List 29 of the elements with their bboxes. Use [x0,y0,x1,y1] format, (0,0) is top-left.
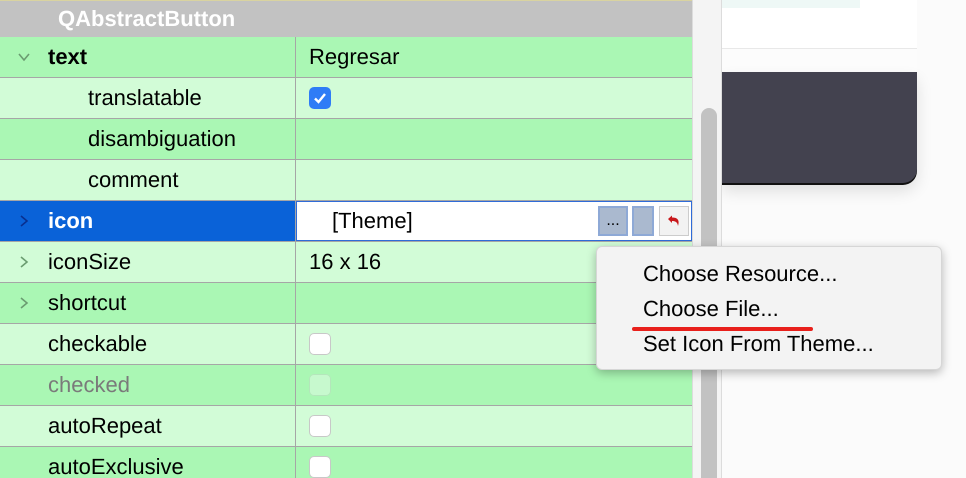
property-name: checked [48,372,130,398]
property-name: text [48,44,88,70]
property-name: icon [48,208,94,234]
property-name-cell[interactable]: checkable [0,324,296,364]
property-name: translatable [88,85,202,111]
property-name-cell[interactable]: iconSize [0,242,296,282]
property-name: autoExclusive [48,454,184,478]
property-name: autoRepeat [48,413,162,439]
menu-item[interactable]: Choose Resource... [643,259,838,289]
property-name: comment [88,167,178,193]
checkbox[interactable] [309,415,331,437]
section-title: QAbstractButton [58,6,236,32]
menu-item[interactable]: Set Icon From Theme... [643,329,874,359]
property-name: disambiguation [88,126,236,152]
property-name-cell[interactable]: text [0,37,296,77]
property-name: shortcut [48,290,126,316]
checkbox[interactable] [309,456,331,478]
value-field[interactable]: [Theme] [297,208,598,234]
reset-button[interactable] [659,206,689,236]
browse-button[interactable]: ... [598,206,628,236]
reset-arrow-icon [667,215,681,227]
property-name: iconSize [48,249,132,275]
property-name: checkable [48,331,148,357]
property-name-cell[interactable]: icon [0,201,296,241]
checkbox[interactable] [309,87,331,109]
menu-item[interactable]: Choose File... [643,294,779,324]
property-value: 16 x 16 [309,249,382,275]
checkbox[interactable] [309,333,331,355]
property-value: Regresar [309,44,400,70]
